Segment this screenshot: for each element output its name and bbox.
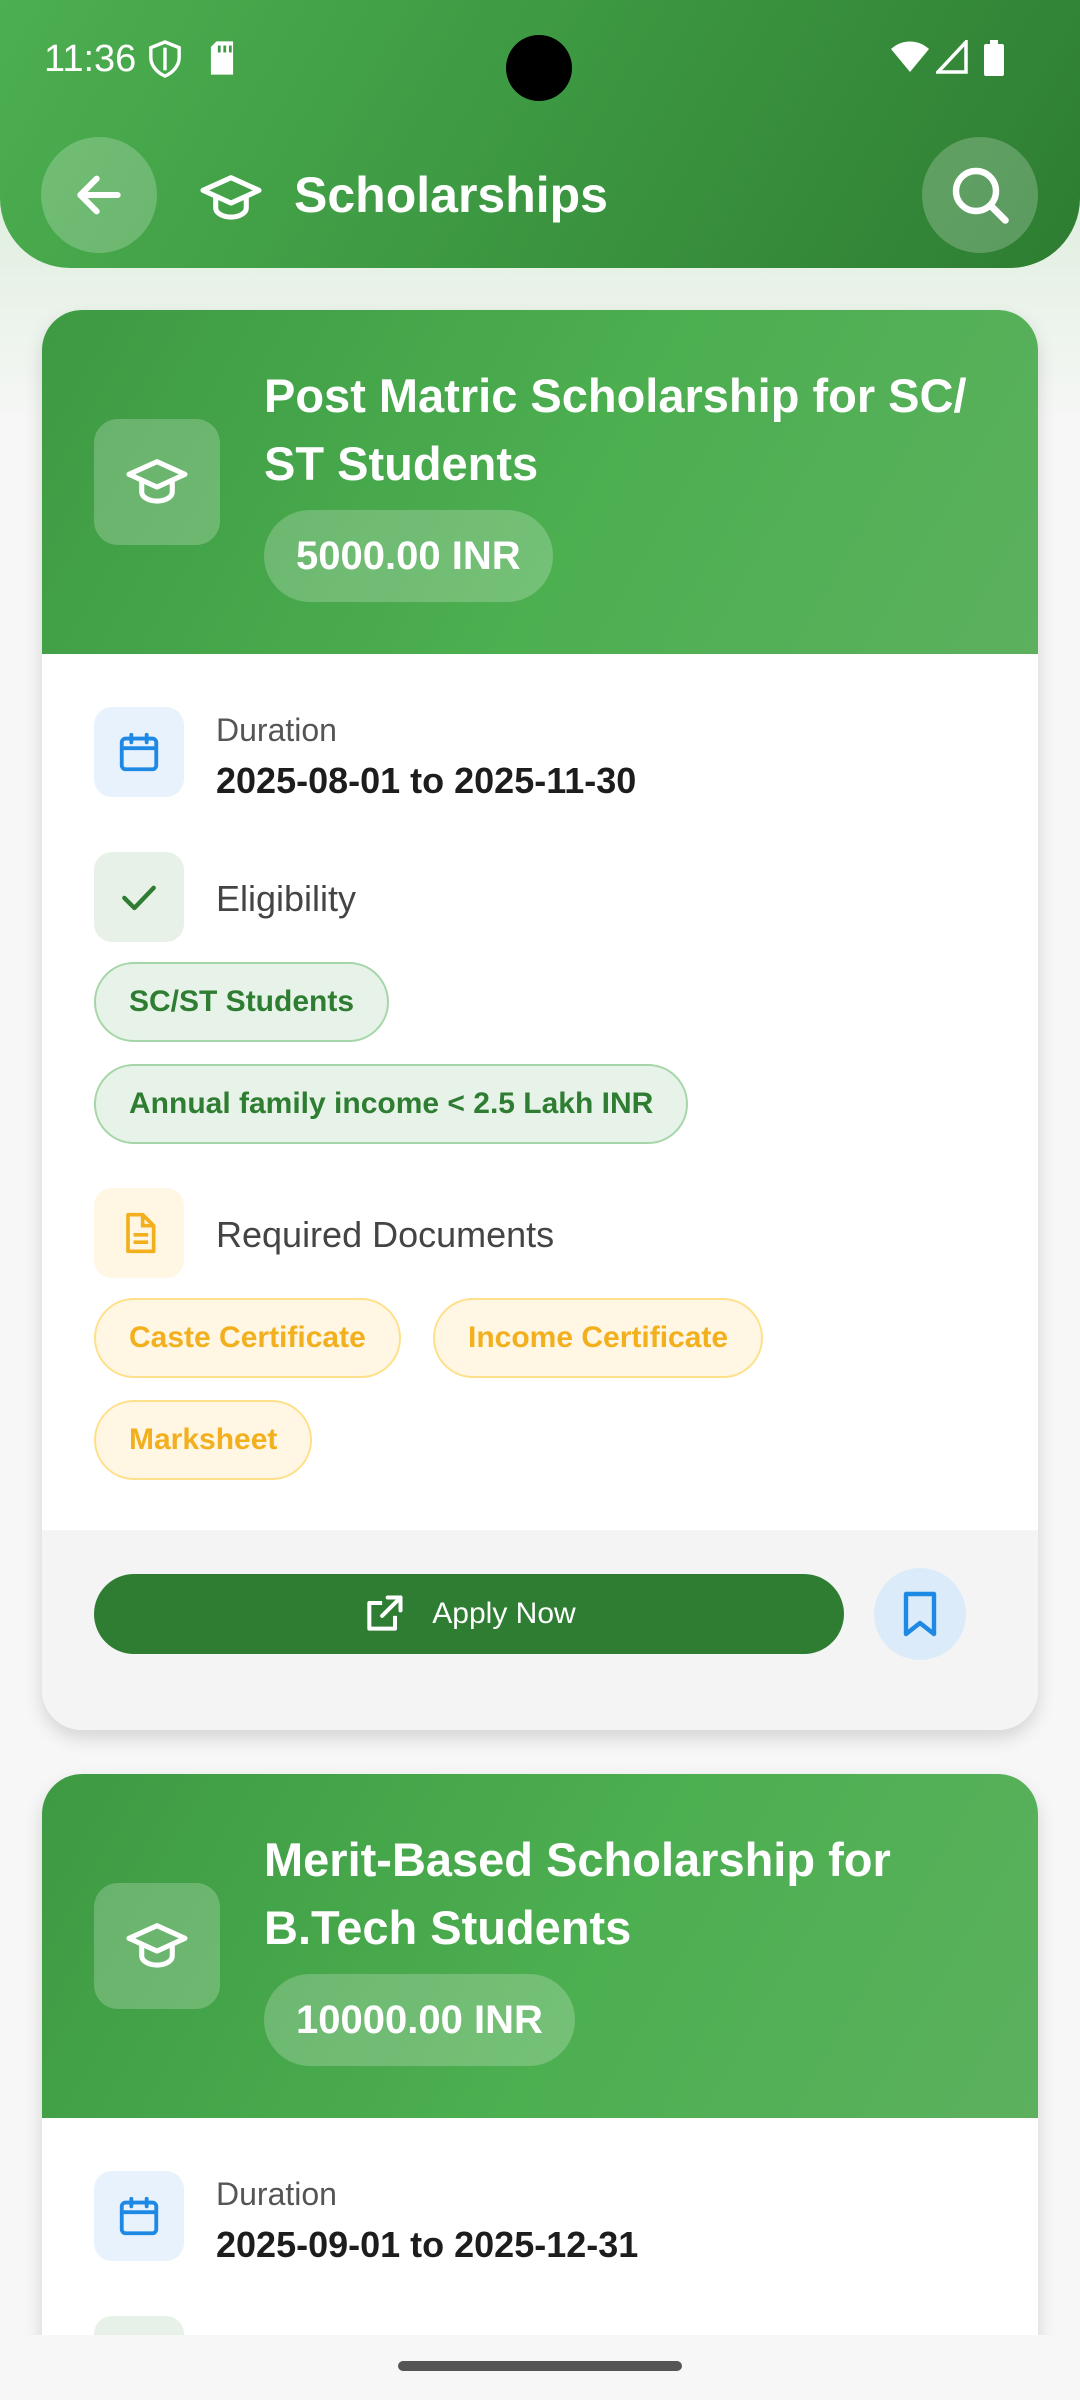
sd-card-icon bbox=[210, 41, 234, 75]
gesture-handle[interactable] bbox=[398, 2361, 682, 2371]
external-link-icon bbox=[367, 1595, 403, 1631]
eligibility-icon-badge bbox=[94, 852, 184, 942]
status-bar: 11:36 bbox=[0, 0, 1080, 120]
arrow-left-icon bbox=[77, 175, 121, 215]
battery-icon bbox=[984, 40, 1004, 76]
documents-icon-badge bbox=[94, 1188, 184, 1278]
eligibility-chip: Annual family income < 2.5 Lakh INR bbox=[94, 1064, 689, 1144]
duration-icon-badge bbox=[94, 707, 184, 797]
document-chip: Caste Certificate bbox=[94, 1298, 401, 1378]
apply-now-label: Apply Now bbox=[432, 1597, 576, 1630]
scholarship-card[interactable]: Post Matric Scholarship for SC/ ST Stude… bbox=[42, 310, 1038, 1730]
graduation-cap-icon bbox=[126, 1923, 188, 1968]
calendar-icon bbox=[119, 2196, 159, 2236]
duration-label: Duration bbox=[216, 2176, 337, 2212]
apply-now-button[interactable]: Apply Now bbox=[94, 1574, 844, 1654]
duration-value: 2025-08-01 to 2025-11-30 bbox=[216, 760, 637, 801]
document-chip: Income Certificate bbox=[433, 1298, 764, 1378]
bookmark-button[interactable] bbox=[874, 1568, 966, 1660]
card-header: Post Matric Scholarship for SC/ ST Stude… bbox=[42, 310, 1038, 654]
signal-icon bbox=[936, 40, 968, 74]
calendar-icon bbox=[119, 732, 159, 772]
duration-value: 2025-09-01 to 2025-12-31 bbox=[216, 2224, 639, 2265]
status-time: 11:36 bbox=[44, 38, 137, 80]
shield-icon bbox=[149, 40, 181, 78]
eligibility-heading: Eligibility bbox=[216, 878, 357, 919]
eligibility-chip: SC/ST Students bbox=[94, 962, 390, 1042]
scholarship-title: Merit-Based Scholarship for B.Tech Stude… bbox=[264, 1833, 891, 1954]
card-cap-badge bbox=[94, 1883, 220, 2009]
duration-icon-badge bbox=[94, 2171, 184, 2261]
document-chip: Marksheet bbox=[94, 1400, 313, 1480]
page-title: Scholarships bbox=[294, 167, 608, 223]
bookmark-icon bbox=[903, 1591, 937, 1637]
amount-badge: 10000.00 INR bbox=[264, 1974, 575, 2066]
document-icon bbox=[126, 1212, 156, 1254]
duration-label: Duration bbox=[216, 712, 337, 748]
graduation-cap-icon bbox=[200, 175, 262, 220]
scholarship-card[interactable]: Merit-Based Scholarship for B.Tech Stude… bbox=[42, 1774, 1038, 2394]
wifi-icon bbox=[891, 41, 929, 72]
search-button[interactable] bbox=[922, 137, 1038, 253]
search-icon bbox=[952, 167, 1009, 224]
documents-heading: Required Documents bbox=[216, 1214, 555, 1255]
card-footer: Apply Now bbox=[42, 1530, 1038, 1730]
check-icon bbox=[122, 885, 156, 911]
front-camera bbox=[506, 35, 572, 101]
card-header: Merit-Based Scholarship for B.Tech Stude… bbox=[42, 1774, 1038, 2118]
app-bar: 11:36 Scholarships bbox=[0, 0, 1080, 268]
amount-badge: 5000.00 INR bbox=[264, 510, 553, 602]
card-cap-badge bbox=[94, 419, 220, 545]
graduation-cap-icon bbox=[126, 459, 188, 504]
back-button[interactable] bbox=[41, 137, 157, 253]
scholarship-title: Post Matric Scholarship for SC/ ST Stude… bbox=[264, 369, 967, 490]
